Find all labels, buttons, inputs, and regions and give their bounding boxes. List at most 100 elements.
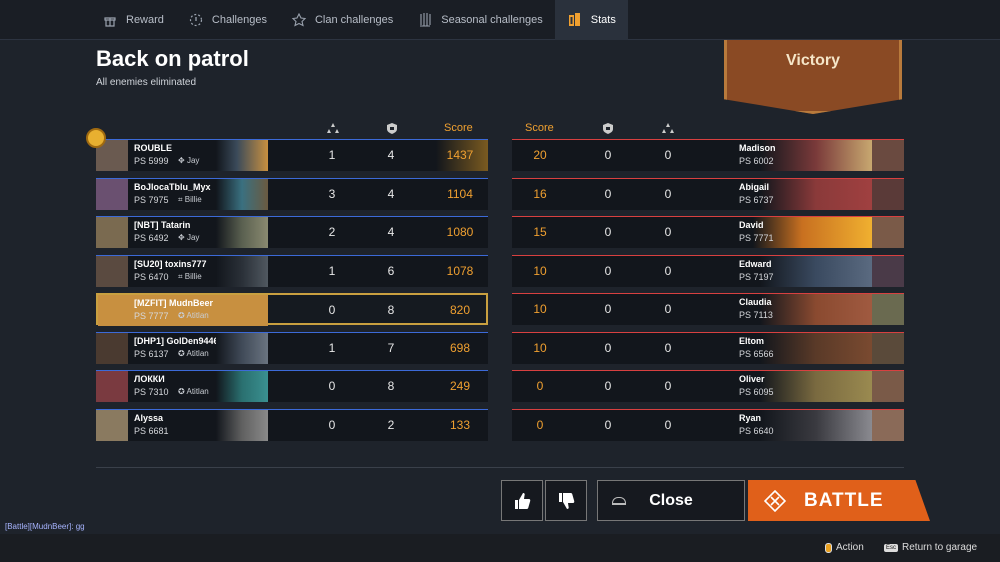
enemy-row[interactable]: 15 0 0 David PS 7771 [512,216,904,248]
assists-value: 7 [387,341,395,355]
assists-icon [387,123,397,134]
ally-row-self[interactable]: [MZFIT] MudnBeer PS 7777 ✪ Atitlan 0 8 8… [96,293,488,326]
ally-row[interactable]: Alyssa PS 6681 0 2 133 [96,409,488,441]
avatar [872,256,904,287]
assists-value: 4 [387,187,395,201]
kills-value: 1 [328,264,336,278]
ally-row[interactable]: [SU20] toxins777 PS 6470 ⌗ Billie 1 6 10… [96,255,488,287]
close-button[interactable]: Close [597,480,745,521]
ally-row[interactable]: ЛОККИ PS 7310 ✪ Atitlan 0 8 249 [96,370,488,402]
kills-value: 0 [328,418,336,432]
robot-art [216,256,268,287]
kills-value: 0 [328,379,336,393]
enemy-row[interactable]: 10 0 0 Eltom PS 6566 [512,332,904,364]
power-score: PS 6492 [134,233,169,243]
robot-art [216,333,268,364]
ally-row[interactable]: BoJlocaTblu_Myx PS 7975 ⌗ Billie 3 4 110… [96,178,488,210]
tab-stats[interactable]: Stats [554,0,628,40]
enemy-row[interactable]: 0 0 0 Oliver PS 6095 [512,370,904,402]
score-value: 820 [449,303,471,317]
assists-value: 0 [604,418,612,432]
score-value: 10 [533,302,547,316]
score-value: 15 [533,225,547,239]
pilot-name: ✪ Atitlan [178,349,209,358]
ally-row[interactable]: [NBT] Tatarin PS 6492 ✥ Jay 2 4 1080 [96,216,488,248]
tab-reward[interactable]: Reward [90,0,176,40]
player-name: ROUBLE [134,143,172,153]
battle-icon [764,489,786,512]
assists-value: 0 [604,302,612,316]
result-label: Victory [786,52,840,69]
battle-label: BATTLE [804,489,884,511]
top-tab-bar: Reward Challenges Clan challenges Season… [0,0,1000,40]
player-name: Abigail [739,182,770,192]
power-score: PS 6681 [134,426,169,436]
assists-value: 0 [604,264,612,278]
tab-challenges[interactable]: Challenges [176,0,279,40]
right-score-header: Score [525,122,554,134]
avatar [96,217,128,248]
tab-label: Stats [590,14,616,26]
assists-value: 2 [387,418,395,432]
power-score: PS 7310 [134,387,169,397]
score-value: 16 [533,187,547,201]
score-value: 1080 [446,225,474,239]
robot-art [216,179,268,210]
power-score: PS 6470 [134,272,169,282]
assists-value: 8 [387,303,395,317]
score-value: 133 [449,418,471,432]
power-score: PS 6737 [739,195,774,205]
power-score: PS 7777 [134,311,169,321]
return-label: Return to garage [902,542,978,553]
player-name: David [739,220,764,230]
pilot-name: ⌗ Billie [178,272,202,282]
player-name: Alyssa [134,413,164,423]
avatar [872,333,904,364]
robot-art [216,217,268,248]
pilot-label: Atitlan [186,349,209,358]
enemy-row[interactable]: 16 0 0 Abigail PS 6737 [512,178,904,210]
stats-icon [567,12,583,28]
score-value: 1437 [446,148,474,162]
assists-value: 0 [604,225,612,239]
player-name: Claudia [739,297,772,307]
robot-art [216,140,268,171]
pilot-name: ✪ Atitlan [178,387,209,396]
kills-value: 0 [664,302,672,316]
player-name: Oliver [739,374,765,384]
kills-value: 0 [664,341,672,355]
clan-challenges-icon [291,12,307,28]
score-value: 0 [536,418,544,432]
player-name: Madison [739,143,776,153]
like-button[interactable] [501,480,543,521]
ally-row[interactable]: [DHP1] GolDen94462 PS 6137 ✪ Atitlan 1 7… [96,332,488,364]
avatar [96,179,128,210]
tab-seasonal-challenges[interactable]: Seasonal challenges [405,0,555,40]
mvp-badge-icon [86,128,106,148]
kills-value: 1 [328,148,336,162]
return-hint[interactable]: Esc Return to garage [884,542,977,553]
enemy-row[interactable]: 10 0 0 Claudia PS 7113 [512,293,904,325]
enemy-row[interactable]: 0 0 0 Ryan PS 6640 [512,409,904,441]
tab-label: Reward [126,14,164,26]
page-title: Back on patrol [96,46,249,71]
kills-value: 3 [328,187,336,201]
assists-value: 0 [604,341,612,355]
dislike-button[interactable] [545,480,587,521]
tab-clan-challenges[interactable]: Clan challenges [279,0,405,40]
ally-row[interactable]: ROUBLE PS 5999 ✥ Jay 1 4 1437 [96,139,488,171]
avatar [872,294,904,325]
action-hint[interactable]: Action [825,542,864,553]
thumbs-down-icon [559,492,575,509]
pilot-name: ✥ Jay [178,233,199,242]
kills-value: 0 [664,187,672,201]
avatar [872,179,904,210]
enemy-row[interactable]: 10 0 0 Edward PS 7197 [512,255,904,287]
pilot-icon: ✥ [178,156,185,165]
enemy-row[interactable]: 20 0 0 Madison PS 6002 [512,139,904,171]
battle-button[interactable]: BATTLE [748,480,930,521]
power-score: PS 6002 [739,156,774,166]
kills-value: 0 [664,418,672,432]
pilot-label: Billie [184,272,202,281]
page-subtitle: All enemies eliminated [96,77,197,88]
